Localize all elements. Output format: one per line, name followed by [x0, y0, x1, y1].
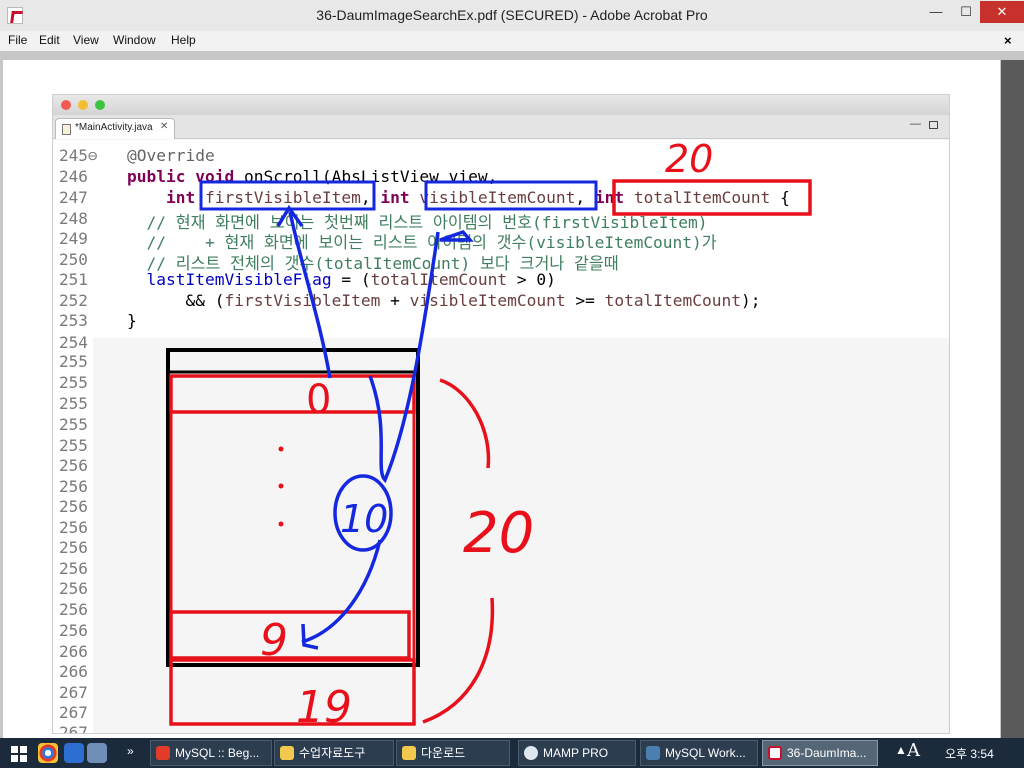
taskbar-item-downloads[interactable]: 다운로드	[396, 740, 510, 766]
mac-zoom-dot	[95, 100, 105, 110]
code-line-252: && (firstVisibleItem + visibleItemCount …	[185, 291, 761, 310]
line-number: 253	[59, 311, 88, 330]
taskbar-clock[interactable]: 오후 3:54	[945, 745, 994, 762]
line-number: 249	[59, 229, 88, 248]
explorer-pinned-icon[interactable]	[87, 743, 107, 763]
close-document-button[interactable]: ×	[1004, 31, 1012, 50]
code-line-247: int firstVisibleItem, int visibleItemCou…	[165, 188, 790, 207]
taskbar-item-mamp-pro[interactable]: MAMP PRO	[518, 740, 636, 766]
editor-tab-strip: *MainActivity.java ✕ —	[53, 115, 949, 139]
pdf-icon	[768, 746, 782, 760]
java-file-icon	[62, 124, 71, 135]
vertical-scrollbar[interactable]	[1001, 60, 1024, 738]
taskbar-item-mysql-workbench[interactable]: MySQL Work...	[640, 740, 758, 766]
editor-maximize-icon[interactable]	[929, 121, 938, 129]
menu-file[interactable]: File	[8, 31, 27, 50]
title-bar: 36-DaumImageSearchEx.pdf (SECURED) - Ado…	[0, 0, 1024, 31]
line-number: 250	[59, 250, 88, 269]
code-line-251: lastItemVisibleFlag = (totalItemCount > …	[146, 270, 556, 289]
folder-icon	[402, 746, 416, 760]
mac-close-dot	[61, 100, 71, 110]
editor-tab-mainactivity[interactable]: *MainActivity.java ✕	[55, 118, 175, 139]
line-number: 252	[59, 291, 88, 310]
line-number: 246	[59, 167, 88, 186]
workbench-icon	[646, 746, 660, 760]
code-area[interactable]: 245⊖ 246 247 248 249 250 251 252 253 254 255 255 255…	[53, 140, 949, 733]
editor-tab-label: *MainActivity.java	[75, 122, 153, 133]
minimize-button[interactable]: —	[922, 1, 950, 23]
taskbar-overflow-icon[interactable]: »	[127, 744, 134, 758]
menu-edit[interactable]: Edit	[39, 31, 60, 50]
tray-overflow-icon[interactable]: ▲	[895, 743, 907, 757]
taskbar-item-class-folder[interactable]: 수업자료도구	[274, 740, 394, 766]
line-number: 251	[59, 270, 88, 289]
mac-minimize-dot	[78, 100, 88, 110]
editor-minimize-icon[interactable]: —	[910, 118, 921, 130]
taskbar: » MySQL :: Beg... 수업자료도구 다운로드 MAMP PRO M…	[0, 738, 1024, 768]
close-button[interactable]: ✕	[980, 1, 1024, 23]
taskbar-item-mysql-browser[interactable]: MySQL :: Beg...	[150, 740, 272, 766]
chrome-pinned-icon[interactable]	[38, 743, 58, 763]
code-line-246: public void onScroll(AbsListView view,	[127, 167, 498, 186]
annotation-panel	[93, 338, 949, 733]
line-number: 245⊖	[59, 146, 98, 165]
folder-icon	[280, 746, 294, 760]
chrome-icon	[156, 746, 170, 760]
eclipse-editor-window: *MainActivity.java ✕ — 245⊖ 246 247 248 249 2…	[52, 94, 950, 734]
desktop-pinned-icon[interactable]	[64, 743, 84, 763]
maximize-button[interactable]: ☐	[952, 1, 980, 23]
ime-indicator[interactable]: A	[907, 740, 920, 761]
tab-close-icon[interactable]: ✕	[160, 121, 168, 132]
windows-start-icon[interactable]	[11, 746, 27, 762]
menu-help[interactable]: Help	[171, 31, 196, 50]
code-line-253: }	[127, 311, 137, 330]
mac-window-bar	[53, 95, 949, 115]
menu-window[interactable]: Window	[113, 31, 156, 50]
window-title: 36-DaumImageSearchEx.pdf (SECURED) - Ado…	[316, 7, 708, 23]
taskbar-item-acrobat[interactable]: 36-DaumIma...	[762, 740, 878, 766]
line-number: 248	[59, 209, 88, 228]
mamp-icon	[524, 746, 538, 760]
line-number: 247	[59, 188, 88, 207]
code-line-245: @Override	[127, 146, 215, 165]
menu-view[interactable]: View	[73, 31, 99, 50]
menu-bar: File Edit View Window Help ×	[0, 31, 1024, 51]
